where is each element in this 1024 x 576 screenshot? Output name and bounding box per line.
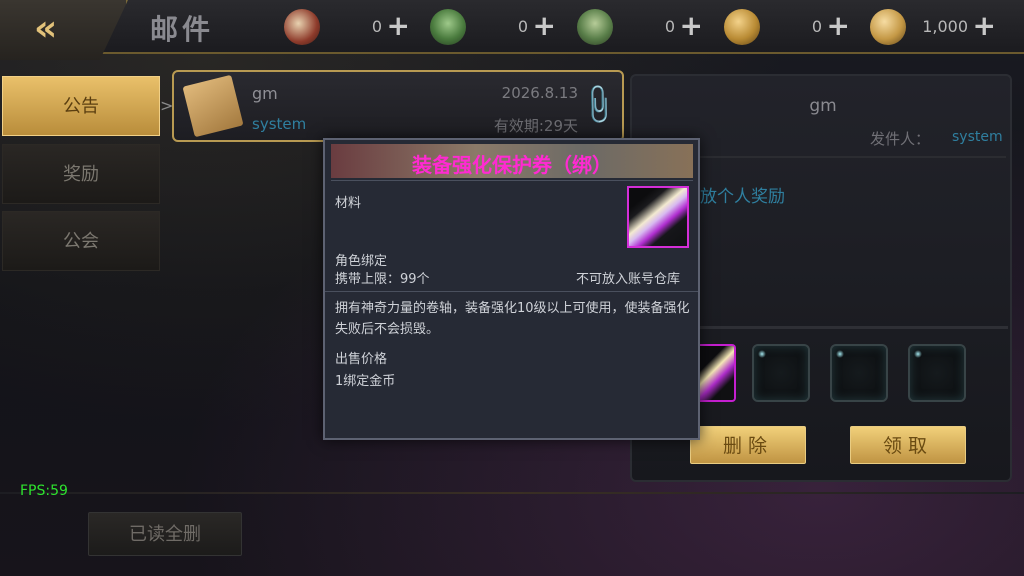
fps-counter: FPS:59	[20, 483, 68, 499]
envelope-icon	[182, 74, 244, 138]
currency-scroll: 0 +	[284, 9, 414, 45]
currency-map: 0 +	[430, 9, 560, 45]
divider	[325, 291, 698, 292]
attachment-slot[interactable]	[830, 344, 888, 402]
delete-all-read-button[interactable]: 已读全删	[88, 512, 242, 556]
mail-sender: gm	[252, 84, 278, 103]
tab-guild[interactable]: 公会	[2, 211, 160, 271]
item-category: 材料	[335, 196, 362, 211]
divider	[692, 326, 1008, 329]
tab-announcement[interactable]: 公告	[2, 76, 160, 136]
attachment-icon: 📎	[574, 80, 623, 129]
divider	[331, 180, 693, 181]
sell-price-value: 1绑定金币	[335, 374, 396, 389]
mail-expiry: 有效期:29天	[493, 117, 578, 135]
mail-date: 2026.8.13	[501, 84, 578, 102]
item-bind-type: 角色绑定	[335, 254, 388, 269]
item-description: 拥有神奇力量的卷轴，装备强化10级以上可使用，使装备强化失败后不会损毁。	[335, 301, 690, 337]
currency-coin2: 1,000 +	[870, 9, 1000, 45]
tooltip-header: 装备强化保护券（绑）	[331, 144, 693, 178]
map-icon	[430, 9, 466, 45]
attachment-slot[interactable]	[752, 344, 810, 402]
add-coin-button[interactable]: +	[827, 9, 850, 43]
currency-value: 0	[517, 17, 528, 36]
from-label: 发件人：	[870, 130, 931, 148]
mail-source: system	[252, 115, 307, 133]
item-storage-note: 不可放入账号仓库	[576, 272, 681, 287]
attachment-slot[interactable]	[908, 344, 966, 402]
currency-coin: 0 +	[724, 9, 854, 45]
add-map-button[interactable]: +	[533, 9, 556, 43]
currency-value: 1,000	[922, 17, 968, 36]
protection-scroll-icon	[627, 186, 689, 248]
sell-price-label: 出售价格	[335, 352, 388, 367]
add-coin2-button[interactable]: +	[973, 9, 996, 43]
coin-icon	[724, 9, 760, 45]
divider	[0, 492, 1024, 494]
tab-rewards[interactable]: 奖励	[2, 144, 160, 204]
add-scroll-button[interactable]: +	[387, 9, 410, 43]
detail-sender: gm	[809, 96, 837, 116]
scroll-icon	[284, 9, 320, 45]
mail-list-item[interactable]: gm system 2026.8.13 有效期:29天 📎	[172, 70, 624, 142]
add-map2-button[interactable]: +	[680, 9, 703, 43]
from-value: system	[952, 129, 1003, 145]
map2-icon	[577, 9, 613, 45]
item-tooltip: 装备强化保护券（绑） 材料 角色绑定 携带上限：99个 不可放入账号仓库 拥有神…	[323, 138, 700, 440]
item-name: 装备强化保护券（绑）	[412, 153, 612, 177]
currency-value: 0	[371, 17, 382, 36]
mail-body: 放个人奖励	[700, 187, 785, 207]
currency-value: 0	[811, 17, 822, 36]
currency-map2: 0 +	[577, 9, 707, 45]
item-carry-limit: 携带上限：99个	[335, 272, 430, 287]
coin2-icon	[870, 9, 906, 45]
claim-button[interactable]: 领取	[850, 426, 966, 464]
attachment-slot-item[interactable]	[698, 344, 736, 402]
delete-button[interactable]: 删除	[690, 426, 806, 464]
page-title: 邮件	[150, 13, 215, 46]
back-chevron-icon: «	[34, 8, 58, 49]
currency-value: 0	[664, 17, 675, 36]
